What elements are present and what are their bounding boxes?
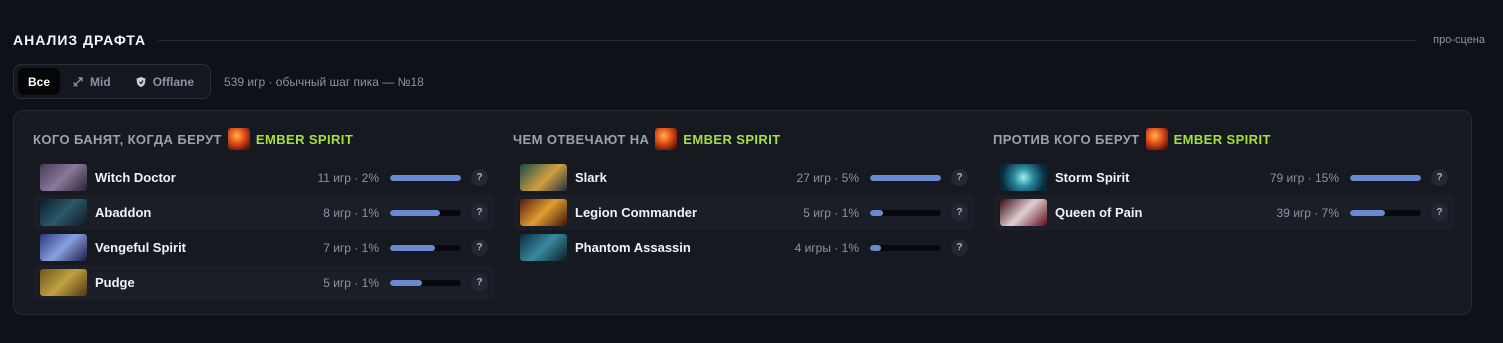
progress-fill: [1350, 209, 1385, 216]
heading-text: ПРОТИВ КОГО БЕРУТ: [993, 131, 1140, 147]
hero-name: Queen of Pain: [1055, 205, 1143, 220]
progress-fill: [390, 279, 422, 286]
hero-name: Slark: [575, 170, 607, 185]
hero-name: Pudge: [95, 275, 135, 290]
progress-fill: [390, 174, 461, 181]
hero-name: Vengeful Spirit: [95, 240, 187, 255]
games-stat: 4 игры · 1%: [794, 240, 859, 255]
hero-list: Storm Spirit 79 игр · 15% ? Queen of Pai…: [993, 160, 1455, 230]
list-item[interactable]: Slark 27 игр · 5% ?: [513, 160, 975, 195]
section-header: АНАЛИЗ ДРАФТА про-сцена: [13, 29, 1485, 51]
storm-spirit-portrait: [1000, 164, 1047, 191]
hero-list: Slark 27 игр · 5% ? Legion Commander 5 и…: [513, 160, 975, 265]
heading-text: КОГО БАНЯТ, КОГДА БЕРУТ: [33, 131, 222, 147]
heading-text: ЧЕМ ОТВЕЧАЮТ НА: [513, 131, 650, 147]
column-heading: ЧЕМ ОТВЕЧАЮТ НА EMBER SPIRIT: [513, 128, 975, 150]
shield-icon: [135, 76, 147, 88]
slark-portrait: [520, 164, 567, 191]
games-stat: 7 игр · 1%: [323, 240, 379, 255]
progress-bar: [390, 209, 461, 216]
sword-icon: [72, 76, 84, 88]
source-label: про-сцена: [1433, 34, 1485, 46]
list-item[interactable]: Pudge 5 игр · 1% ?: [33, 265, 495, 300]
games-summary: 539 игр · обычный шаг пика — №18: [224, 74, 424, 89]
column-heading: КОГО БАНЯТ, КОГДА БЕРУТ EMBER SPIRIT: [33, 128, 495, 150]
list-item[interactable]: Vengeful Spirit 7 игр · 1% ?: [33, 230, 495, 265]
help-button[interactable]: ?: [951, 204, 968, 221]
column-heading: ПРОТИВ КОГО БЕРУТ EMBER SPIRIT: [993, 128, 1455, 150]
progress-fill: [390, 244, 435, 251]
tab-offlane[interactable]: Offlane: [123, 68, 206, 95]
role-tabs: Все Mid Offlane: [13, 64, 212, 99]
header-divider: [158, 39, 1418, 41]
abaddon-portrait: [40, 199, 87, 226]
progress-bar: [870, 209, 941, 216]
games-stat: 11 игр · 2%: [317, 170, 379, 185]
hero-name: EMBER SPIRIT: [683, 131, 781, 147]
legion-commander-portrait: [520, 199, 567, 226]
draft-analysis-panel: КОГО БАНЯТ, КОГДА БЕРУТ EMBER SPIRIT Wit…: [13, 110, 1472, 315]
ember-spirit-icon: [1145, 128, 1168, 150]
column-responses: ЧЕМ ОТВЕЧАЮТ НА EMBER SPIRIT Slark 27 иг…: [513, 128, 975, 265]
games-stat: 5 игр · 1%: [803, 205, 859, 220]
hero-name: EMBER SPIRIT: [1173, 131, 1271, 147]
witch-doctor-portrait: [40, 164, 87, 191]
hero-name: Phantom Assassin: [575, 240, 691, 255]
help-button[interactable]: ?: [1431, 204, 1448, 221]
games-stat: 79 игр · 15%: [1269, 170, 1339, 185]
hero-name: Legion Commander: [575, 205, 698, 220]
progress-bar: [870, 174, 941, 181]
tab-label: Все: [28, 74, 51, 89]
column-countered: ПРОТИВ КОГО БЕРУТ EMBER SPIRIT Storm Spi…: [993, 128, 1455, 230]
list-item[interactable]: Legion Commander 5 игр · 1% ?: [513, 195, 975, 230]
progress-fill: [1350, 174, 1421, 181]
list-item[interactable]: Witch Doctor 11 игр · 2% ?: [33, 160, 495, 195]
progress-bar: [390, 174, 461, 181]
list-item[interactable]: Abaddon 8 игр · 1% ?: [33, 195, 495, 230]
ember-spirit-icon: [655, 128, 678, 150]
list-item[interactable]: Storm Spirit 79 игр · 15% ?: [993, 160, 1455, 195]
tab-label: Offlane: [152, 74, 195, 89]
progress-bar: [390, 279, 461, 286]
games-stat: 27 игр · 5%: [796, 170, 859, 185]
progress-fill: [390, 209, 441, 216]
page-title: АНАЛИЗ ДРАФТА: [13, 32, 147, 48]
vengeful-spirit-portrait: [40, 234, 87, 261]
help-button[interactable]: ?: [951, 239, 968, 256]
help-button[interactable]: ?: [951, 169, 968, 186]
progress-fill: [870, 244, 881, 251]
tab-label: Mid: [90, 74, 111, 89]
column-banned: КОГО БАНЯТ, КОГДА БЕРУТ EMBER SPIRIT Wit…: [33, 128, 495, 300]
pudge-portrait: [40, 269, 87, 296]
ember-spirit-icon: [227, 128, 250, 150]
list-item[interactable]: Phantom Assassin 4 игры · 1% ?: [513, 230, 975, 265]
progress-bar: [1350, 209, 1421, 216]
hero-list: Witch Doctor 11 игр · 2% ? Abaddon 8 игр…: [33, 160, 495, 300]
phantom-assassin-portrait: [520, 234, 567, 261]
tab-mid[interactable]: Mid: [60, 68, 123, 95]
help-button[interactable]: ?: [1431, 169, 1448, 186]
progress-fill: [870, 209, 883, 216]
help-button[interactable]: ?: [471, 274, 488, 291]
games-stat: 5 игр · 1%: [323, 275, 379, 290]
games-stat: 39 игр · 7%: [1276, 205, 1339, 220]
hero-name: EMBER SPIRIT: [255, 131, 354, 147]
progress-bar: [1350, 174, 1421, 181]
progress-bar: [390, 244, 461, 251]
help-button[interactable]: ?: [471, 204, 488, 221]
progress-fill: [870, 174, 941, 181]
tab-all[interactable]: Все: [18, 68, 61, 95]
queen-of-pain-portrait: [1000, 199, 1047, 226]
hero-name: Storm Spirit: [1055, 170, 1130, 185]
list-item[interactable]: Queen of Pain 39 игр · 7% ?: [993, 195, 1455, 230]
hero-name: Witch Doctor: [95, 170, 176, 185]
help-button[interactable]: ?: [471, 239, 488, 256]
games-stat: 8 игр · 1%: [323, 205, 379, 220]
hero-name: Abaddon: [95, 205, 152, 220]
help-button[interactable]: ?: [471, 169, 488, 186]
filter-bar: Все Mid Offlane 539 игр · обычный шаг пи…: [13, 63, 424, 100]
progress-bar: [870, 244, 941, 251]
